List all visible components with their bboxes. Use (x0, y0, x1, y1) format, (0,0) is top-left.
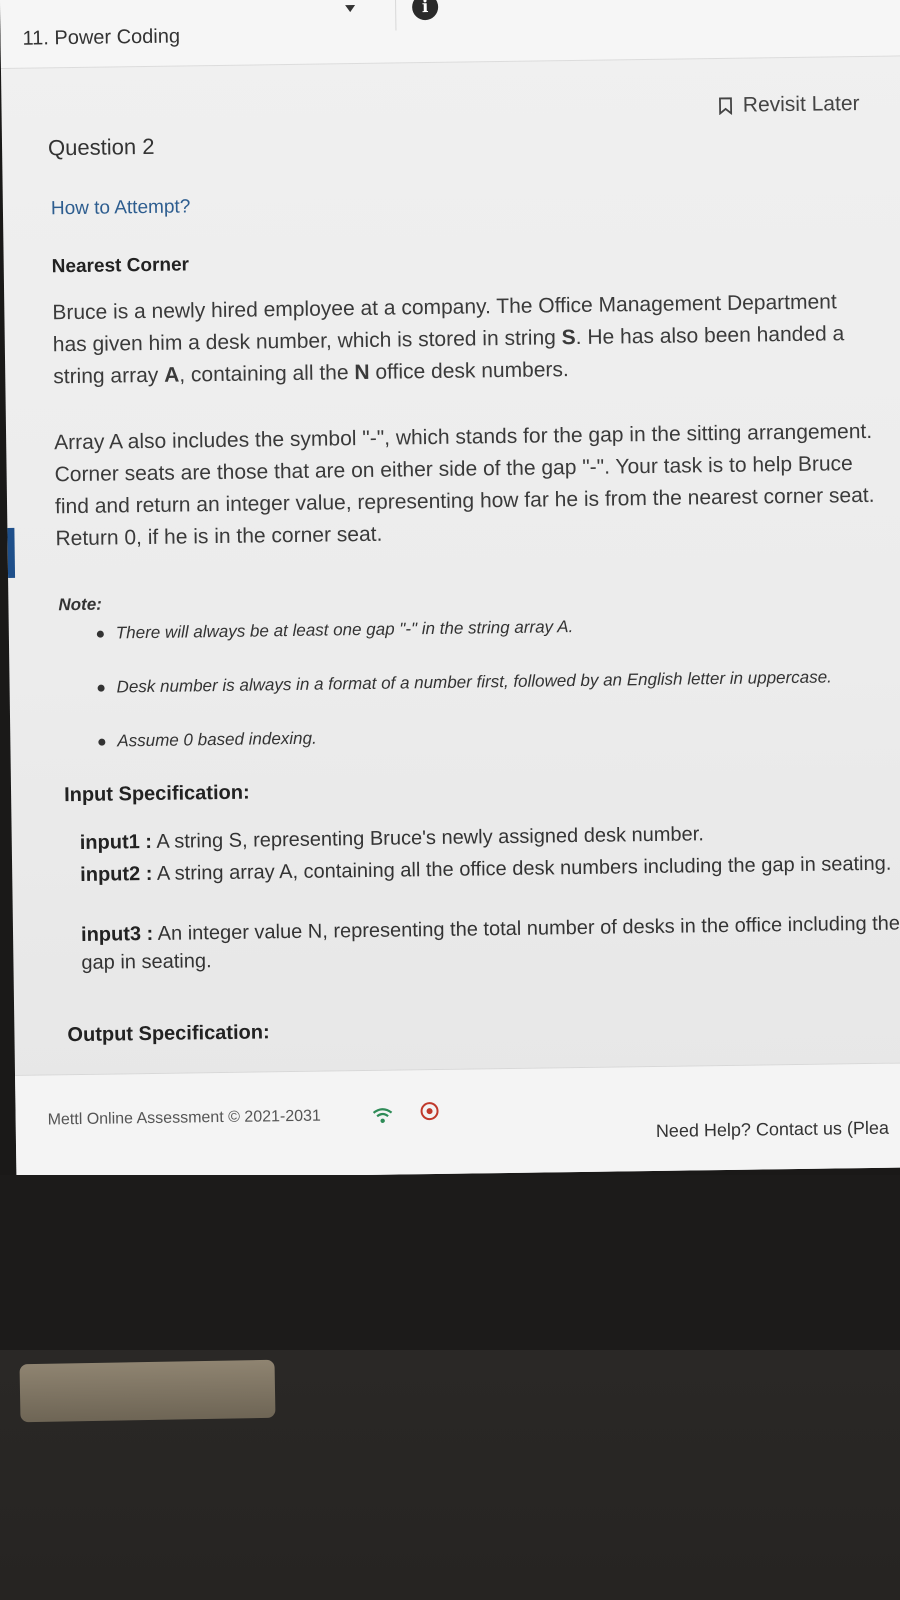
help-link[interactable]: Need Help? Contact us (Plea (656, 1118, 889, 1142)
side-tab[interactable] (7, 527, 16, 578)
footer: Mettl Online Assessment © 2021-2031 Need… (15, 1062, 900, 1180)
note-text: There will always be at least one gap "-… (115, 617, 574, 643)
input-spec-2: input2 : A string array A, containing al… (80, 850, 900, 889)
bookmark-icon (719, 97, 733, 115)
input-spec-3: input3 : An integer value N, representin… (81, 910, 900, 977)
module-title: 11. Power Coding (22, 25, 181, 50)
note-text: Desk number is always in a format of a n… (116, 667, 832, 697)
input-label: input2 : (80, 862, 153, 886)
bullet (98, 738, 106, 746)
problem-paragraph-2: Array A also includes the symbol "-", wh… (54, 419, 875, 551)
input-text: An integer value N, representing the tot… (81, 912, 900, 974)
problem-name: Nearest Corner (51, 254, 190, 278)
input-label: input3 : (80, 922, 154, 946)
revisit-later-label: Revisit Later (742, 92, 860, 117)
variable-name: A (163, 363, 180, 387)
problem-paragraph-1: Bruce is a newly hired employee at a com… (52, 290, 845, 389)
input-label: input1 : (79, 830, 153, 854)
record-icon (420, 1101, 439, 1121)
note-item: There will always be at least one gap "-… (96, 617, 574, 644)
note-item: Desk number is always in a format of a n… (97, 667, 832, 697)
output-specification-title: Output Specification: (67, 1021, 270, 1047)
divider (394, 0, 397, 31)
revisit-later-button[interactable]: Revisit Later (719, 92, 860, 118)
note-text: Assume 0 based indexing. (117, 728, 317, 751)
bullet (96, 630, 104, 638)
input-text: A string array A, containing all the off… (156, 852, 892, 885)
note-item: Assume 0 based indexing. (98, 729, 317, 752)
variable-name: N (354, 360, 370, 385)
info-icon[interactable]: i (411, 0, 439, 21)
copyright-text: Mettl Online Assessment © 2021-2031 (47, 1107, 321, 1129)
wifi-icon (372, 1108, 393, 1123)
top-bar: 11. Power Coding i (0, 0, 900, 69)
question-title: Question 2 (47, 133, 155, 161)
input-specification-title: Input Specification: (63, 781, 250, 807)
how-to-attempt-link[interactable]: How to Attempt? (51, 196, 191, 220)
assessment-screen: 11. Power Coding i Revisit Later Questio… (0, 0, 900, 1180)
laptop-sticker (19, 1359, 276, 1423)
note-label: Note: (58, 594, 103, 615)
input-text: A string S, representing Bruce's newly a… (156, 823, 704, 853)
variable-name: S (561, 325, 576, 350)
chevron-down-icon[interactable] (345, 5, 356, 13)
bullet (97, 684, 105, 692)
